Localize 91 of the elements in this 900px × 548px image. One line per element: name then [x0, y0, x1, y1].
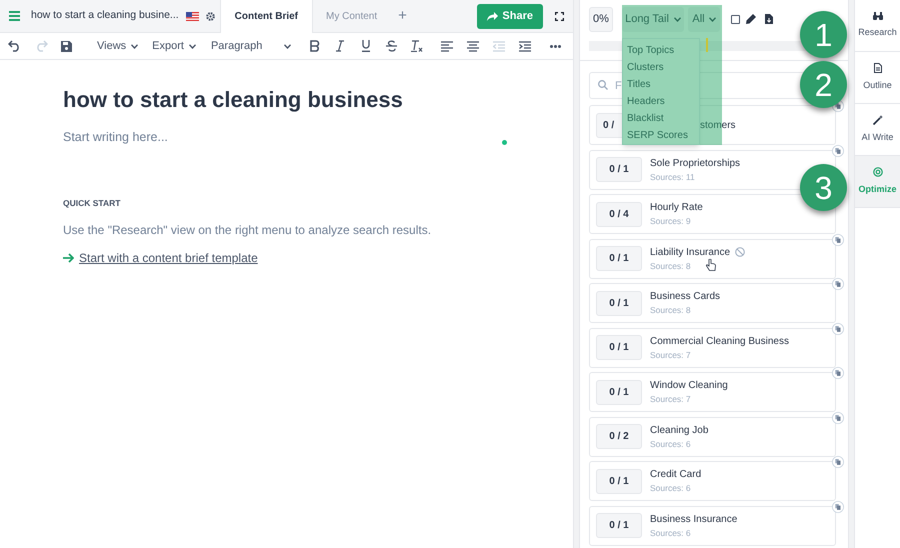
italic-icon[interactable]: [336, 40, 344, 52]
sources-count: Sources: 6: [650, 438, 691, 450]
caret-icon: [188, 44, 196, 48]
usage-count: 0 / 1: [596, 513, 642, 538]
document-icon[interactable]: [765, 14, 773, 24]
usage-count: 0 / 4: [596, 202, 642, 226]
template-link[interactable]: Start with a content brief template: [79, 248, 258, 266]
marker-line: [706, 38, 708, 52]
step-number-badge: 1: [800, 11, 847, 58]
topic-name: Liability Insurance: [650, 246, 730, 258]
usage-count: 0 / 1: [596, 380, 642, 404]
step-number-badge: 3: [800, 164, 847, 211]
copy-icon[interactable]: [832, 322, 844, 334]
usage-count: 0 / 1: [596, 246, 642, 271]
align-center-icon[interactable]: [466, 40, 479, 52]
usage-count: 0 / 2: [596, 424, 642, 449]
score-badge: 0%: [589, 6, 613, 32]
copy-icon[interactable]: [832, 278, 844, 290]
pointer-cursor-icon: [706, 258, 716, 270]
tab[interactable]: Content Brief: [220, 0, 314, 32]
hint-text: Use the "Research" view on the right menu to analyze search results.: [63, 222, 432, 238]
topic-card[interactable]: 0 / 1 Commercial Cleaning Business Sources: 7: [589, 328, 836, 368]
sources-count: Sources: 7: [650, 394, 691, 405]
topic-name: Business Insurance: [650, 512, 738, 526]
topic-card[interactable]: 0 / 1 Business Insurance Sources: 6: [589, 506, 836, 546]
more-icon[interactable]: [550, 44, 561, 48]
document-heading: how to start a cleaning business: [63, 86, 404, 114]
align-left-icon[interactable]: [440, 40, 453, 52]
add-tab-button[interactable]: +: [398, 4, 407, 28]
scrollbar[interactable]: [848, 0, 855, 548]
sources-count: Sources: 8: [650, 305, 691, 316]
topic-card[interactable]: 0 / 1 Window Cleaning Sources: 7: [589, 372, 836, 412]
sources-count: Sources: 7: [650, 350, 691, 360]
step-number-badge: 2: [800, 61, 847, 108]
strikethrough-icon[interactable]: [386, 40, 397, 52]
topic-name: Cleaning Job: [650, 424, 708, 436]
topic-card[interactable]: 0 / 1 Credit Card Sources: 6: [589, 461, 836, 501]
indent-icon[interactable]: [518, 40, 531, 52]
caret-icon: [708, 16, 716, 22]
sources-count: Sources: 6: [650, 528, 691, 538]
copy-icon[interactable]: [832, 367, 844, 379]
scrollbar[interactable]: [573, 0, 580, 548]
fullscreen-icon[interactable]: [555, 12, 564, 20]
bold-icon[interactable]: [310, 40, 320, 52]
sources-count: Sources: 11: [650, 172, 695, 182]
usage-count: 0 / 1: [596, 157, 642, 182]
caret-icon: [131, 44, 138, 48]
undo-icon[interactable]: [8, 40, 21, 52]
flag-icon: [186, 12, 199, 20]
copy-icon[interactable]: [832, 500, 844, 512]
arrow-right-icon: [63, 252, 74, 262]
topic-name: Window Cleaning: [650, 379, 728, 392]
copy-icon[interactable]: [832, 144, 844, 156]
sources-count: Sources: 9: [650, 216, 691, 227]
usage-count: 0 / 1: [596, 468, 642, 494]
pen-icon[interactable]: [746, 14, 756, 24]
topic-name: Credit Card: [650, 468, 702, 481]
topic-name: Hourly Rate: [650, 201, 703, 214]
topic-name: Commercial Cleaning Business: [650, 334, 789, 348]
sources-count: Sources: 8: [650, 260, 691, 272]
topic-card[interactable]: 0 / 1 Business Cards Sources: 8: [589, 283, 836, 323]
save-icon[interactable]: [61, 40, 72, 52]
document-title[interactable]: how to start a cleaning busine...: [31, 8, 179, 24]
target-icon: [872, 166, 882, 177]
topic-card[interactable]: 0 / 1 Liability Insurance Sources: 8: [589, 238, 836, 278]
clear-format-icon[interactable]: [410, 40, 423, 52]
views-dropdown[interactable]: Views: [97, 38, 138, 54]
settings-icon[interactable]: [206, 12, 215, 20]
copy-icon[interactable]: [832, 412, 844, 424]
caret-icon: [674, 16, 681, 22]
editor-placeholder[interactable]: Start writing here...: [63, 128, 168, 147]
topic-card[interactable]: 0 / 2 Cleaning Job Sources: 6: [589, 416, 836, 456]
copy-icon[interactable]: [832, 234, 844, 246]
block-format-dropdown[interactable]: Paragraph: [210, 38, 291, 54]
binoculars-icon: [872, 12, 882, 20]
topic-name: Business Cards: [650, 290, 720, 303]
copy-icon[interactable]: [832, 456, 844, 468]
export-dropdown[interactable]: Export: [152, 38, 196, 54]
underline-icon[interactable]: [360, 40, 371, 52]
menu-icon[interactable]: [9, 11, 20, 21]
caret-icon: [284, 44, 291, 48]
usage-count: 0 / 1: [596, 290, 642, 316]
usage-count: 0 / 1: [596, 335, 642, 360]
section-heading: QUICK START: [63, 196, 120, 210]
share-icon: [487, 12, 498, 20]
sources-count: Sources: 6: [650, 483, 691, 494]
search-icon: [598, 80, 608, 90]
checkbox[interactable]: [731, 14, 740, 24]
magic-wand-icon: [872, 114, 882, 125]
document-icon: [874, 62, 882, 73]
topic-name: Sole Proprietorships: [650, 156, 740, 170]
